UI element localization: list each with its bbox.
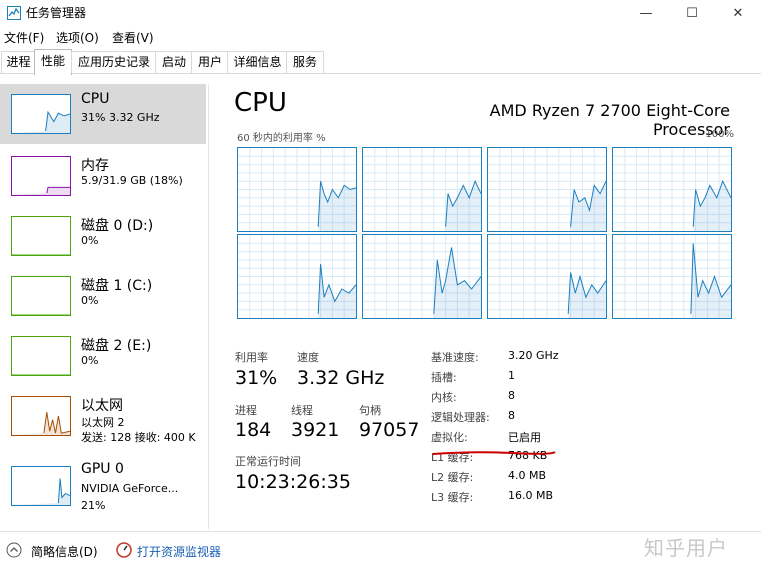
spec-value: 1 <box>508 369 515 382</box>
handles-value: 97057 <box>359 419 420 441</box>
core-graph <box>612 234 732 319</box>
sidebar-divider <box>208 84 209 529</box>
close-icon: ✕ <box>732 5 744 21</box>
threads-value: 3921 <box>291 419 340 441</box>
spec-value: 16.0 MB <box>508 489 554 502</box>
sidebar-item-detail-2: 21% <box>81 499 106 512</box>
sidebar-item-detail: 5.9/31.9 GB (18%) <box>81 174 183 187</box>
threads-label: 线程 <box>291 404 313 417</box>
sidebar-item-name: CPU <box>81 91 110 107</box>
spec-value: 8 <box>508 409 515 422</box>
sidebar-item-name: GPU 0 <box>81 461 124 477</box>
sidebar-thumbnail-graph <box>11 276 71 316</box>
tab-startup[interactable]: 启动 <box>155 51 193 73</box>
sidebar-item-name: 内存 <box>81 158 109 174</box>
maximize-icon: ☐ <box>686 5 698 21</box>
window-title: 任务管理器 <box>26 6 87 20</box>
graph-max-label: 100% <box>705 129 734 140</box>
graph-caption: 60 秒内的利用率 % <box>237 133 326 144</box>
processes-value: 184 <box>235 419 272 441</box>
processes-label: 进程 <box>235 404 257 417</box>
menu-options[interactable]: 选项(O) <box>56 29 99 46</box>
chevron-up-icon <box>6 542 22 558</box>
thumbnail-fill <box>12 187 70 195</box>
sidebar-item-detail-2: 发送: 128 接收: 400 K <box>81 431 196 444</box>
core-graph <box>487 234 607 319</box>
uptime-label: 正常运行时间 <box>235 455 301 468</box>
tabs-divider <box>0 73 761 74</box>
page-title: CPU <box>234 88 287 118</box>
core-graph <box>237 234 357 319</box>
spec-value: 4.0 MB <box>508 469 547 482</box>
sidebar-thumbnail-graph <box>11 156 71 196</box>
minimize-button[interactable]: — <box>623 0 669 26</box>
core-usage-fill <box>318 181 356 231</box>
sidebar-item-name: 以太网 <box>81 398 123 414</box>
tab-processes[interactable]: 进程 <box>1 51 36 73</box>
sidebar-thumbnail-graph <box>11 396 71 436</box>
minimize-icon: — <box>639 5 653 21</box>
uptime-value: 10:23:26:35 <box>235 471 351 493</box>
sidebar-thumbnail-graph <box>11 466 71 506</box>
resource-monitor-icon[interactable] <box>116 542 132 558</box>
menu-view[interactable]: 查看(V) <box>112 29 154 46</box>
spec-label: 逻辑处理器: <box>431 411 490 424</box>
sidebar-item-detail: 0% <box>81 234 99 247</box>
watermark: 知乎用户 <box>644 536 728 560</box>
speed-label: 速度 <box>297 351 319 364</box>
spec-label: L3 缓存: <box>431 491 474 504</box>
sidebar-item-detail: 以太网 2 <box>81 416 125 429</box>
tab-services[interactable]: 服务 <box>286 51 324 73</box>
spec-label: 内核: <box>431 391 457 404</box>
sidebar-item-detail: NVIDIA GeForce... <box>81 482 179 495</box>
sidebar-item-detail: 31% 3.32 GHz <box>81 111 160 124</box>
sidebar-item-name: 磁盘 1 (C:) <box>81 278 153 294</box>
core-graph <box>612 147 732 232</box>
utilization-value: 31% <box>235 367 278 389</box>
tab-performance[interactable]: 性能 <box>34 49 72 75</box>
sidebar-thumbnail-graph <box>11 216 71 256</box>
tab-details[interactable]: 详细信息 <box>227 51 288 73</box>
sidebar-item-name: 磁盘 2 (E:) <box>81 338 152 354</box>
tab-users[interactable]: 用户 <box>191 51 229 73</box>
sidebar-item-detail: 0% <box>81 354 99 367</box>
open-resource-monitor-link[interactable]: 打开资源监视器 <box>137 543 221 560</box>
task-manager-icon <box>7 5 21 20</box>
maximize-button[interactable]: ☐ <box>669 0 715 26</box>
spec-label: L2 缓存: <box>431 471 474 484</box>
core-graph <box>362 147 482 232</box>
thumbnail-fill <box>12 112 70 133</box>
sidebar-item-detail: 0% <box>81 294 99 307</box>
utilization-label: 利用率 <box>235 351 268 364</box>
spec-label: 插槽: <box>431 371 457 384</box>
core-graph <box>237 147 357 232</box>
spec-label: 基准速度: <box>431 351 479 364</box>
spec-value: 3.20 GHz <box>508 349 559 362</box>
spec-value: 8 <box>508 389 515 402</box>
sidebar-thumbnail-graph <box>11 336 71 376</box>
menu-file[interactable]: 文件(F) <box>4 29 44 46</box>
speed-value: 3.32 GHz <box>297 367 385 389</box>
title-bar[interactable]: 任务管理器 — ☐ ✕ <box>0 0 761 26</box>
fewer-details-label[interactable]: 简略信息(D) <box>31 543 98 560</box>
core-graph <box>362 234 482 319</box>
close-button[interactable]: ✕ <box>715 0 761 26</box>
sidebar-item-name: 磁盘 0 (D:) <box>81 218 154 234</box>
fewer-details-button[interactable] <box>6 542 22 558</box>
tab-app-history[interactable]: 应用历史记录 <box>71 51 157 73</box>
virtualization-underline <box>432 441 556 455</box>
core-graph <box>487 147 607 232</box>
core-usage-fill <box>445 181 481 231</box>
sidebar-thumbnail-graph <box>11 94 71 134</box>
handles-label: 句柄 <box>359 404 381 417</box>
